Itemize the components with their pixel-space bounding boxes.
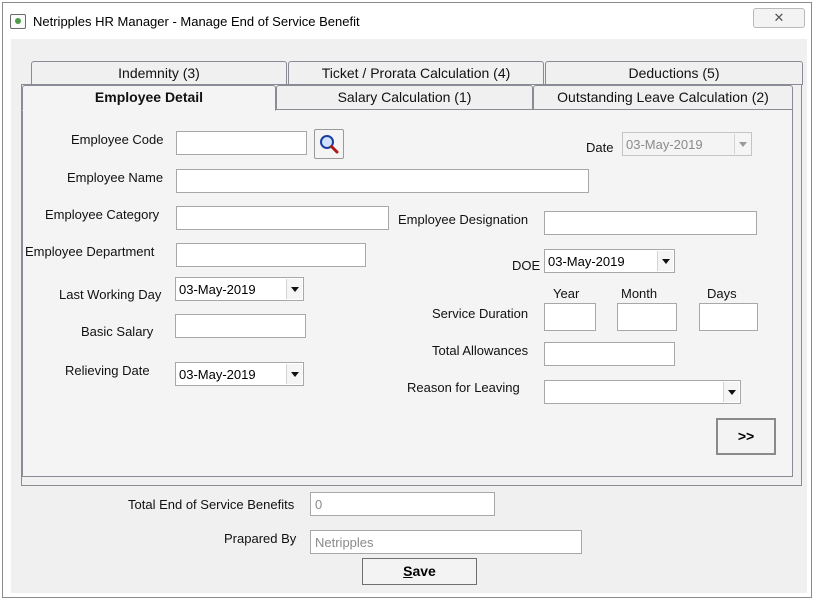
- chevron-down-icon: [734, 134, 750, 154]
- date-picker[interactable]: 03-May-2019: [622, 132, 752, 156]
- last-working-day-label: Last Working Day: [59, 287, 162, 302]
- employee-department-input[interactable]: [176, 243, 366, 267]
- save-label-rest: ave: [412, 563, 436, 579]
- total-allowances-input[interactable]: [544, 342, 675, 366]
- window-title: Netripples HR Manager - Manage End of Se…: [33, 14, 360, 29]
- prepared-by-label: Prapared By: [224, 531, 297, 546]
- magnifier-icon: [320, 135, 339, 154]
- employee-designation-input[interactable]: [544, 211, 757, 235]
- employee-name-label: Employee Name: [67, 170, 164, 185]
- relieving-date-label: Relieving Date: [65, 363, 150, 378]
- employee-category-input[interactable]: [176, 206, 389, 230]
- chevron-down-icon: [723, 382, 739, 402]
- relieving-date-value: 03-May-2019: [179, 367, 256, 382]
- reason-for-leaving-label: Reason for Leaving: [407, 380, 520, 395]
- app-icon: [10, 14, 26, 29]
- employee-detail-panel: Employee Code Date 03-May-2019 Employee …: [22, 109, 793, 477]
- employee-category-label: Employee Category: [45, 207, 160, 222]
- total-allowances-label: Total Allowances: [432, 343, 529, 358]
- prepared-by-field: [310, 530, 582, 554]
- employee-name-input[interactable]: [176, 169, 589, 193]
- employee-designation-label: Employee Designation: [398, 212, 529, 227]
- tab-outstanding-leave[interactable]: Outstanding Leave Calculation (2): [533, 85, 793, 109]
- main-window: Netripples HR Manager - Manage End of Se…: [2, 2, 812, 598]
- date-label: Date: [586, 140, 614, 155]
- relieving-date-picker[interactable]: 03-May-2019: [175, 362, 304, 386]
- employee-department-label: Employee Department: [25, 244, 155, 259]
- tab-indemnity[interactable]: Indemnity (3): [31, 61, 287, 85]
- chevron-down-icon: [657, 251, 673, 271]
- days-column-label: Days: [707, 286, 737, 301]
- employee-code-input[interactable]: [176, 131, 307, 155]
- next-button[interactable]: >>: [716, 418, 776, 455]
- basic-salary-input[interactable]: [175, 314, 306, 338]
- year-column-label: Year: [553, 286, 580, 301]
- tab-deductions[interactable]: Deductions (5): [545, 61, 803, 85]
- tab-employee-detail[interactable]: Employee Detail: [22, 85, 276, 111]
- last-working-day-picker[interactable]: 03-May-2019: [175, 277, 304, 301]
- chevron-down-icon: [286, 364, 302, 384]
- total-eosb-label: Total End of Service Benefits: [128, 497, 295, 512]
- employee-search-button[interactable]: [314, 129, 344, 159]
- basic-salary-label: Basic Salary: [81, 324, 154, 339]
- tab-salary-calculation[interactable]: Salary Calculation (1): [276, 85, 533, 109]
- tab-ticket-prorata[interactable]: Ticket / Prorata Calculation (4): [288, 61, 544, 85]
- title-bar: Netripples HR Manager - Manage End of Se…: [3, 3, 811, 37]
- doe-label: DOE: [512, 258, 541, 273]
- service-days-input[interactable]: [699, 303, 758, 331]
- service-duration-label: Service Duration: [432, 306, 529, 321]
- close-button[interactable]: ✕: [753, 8, 805, 28]
- employee-code-label: Employee Code: [71, 132, 164, 147]
- total-eosb-field: [310, 492, 495, 516]
- dialog-body: Indemnity (3) Ticket / Prorata Calculati…: [11, 39, 807, 593]
- date-value: 03-May-2019: [626, 137, 703, 152]
- save-button[interactable]: Save: [362, 558, 477, 585]
- service-years-input[interactable]: [544, 303, 596, 331]
- doe-picker[interactable]: 03-May-2019: [544, 249, 675, 273]
- month-column-label: Month: [621, 286, 658, 301]
- last-working-day-value: 03-May-2019: [179, 282, 256, 297]
- doe-value: 03-May-2019: [548, 254, 625, 269]
- chevron-down-icon: [286, 279, 302, 299]
- reason-for-leaving-select[interactable]: [544, 380, 741, 404]
- service-months-input[interactable]: [617, 303, 677, 331]
